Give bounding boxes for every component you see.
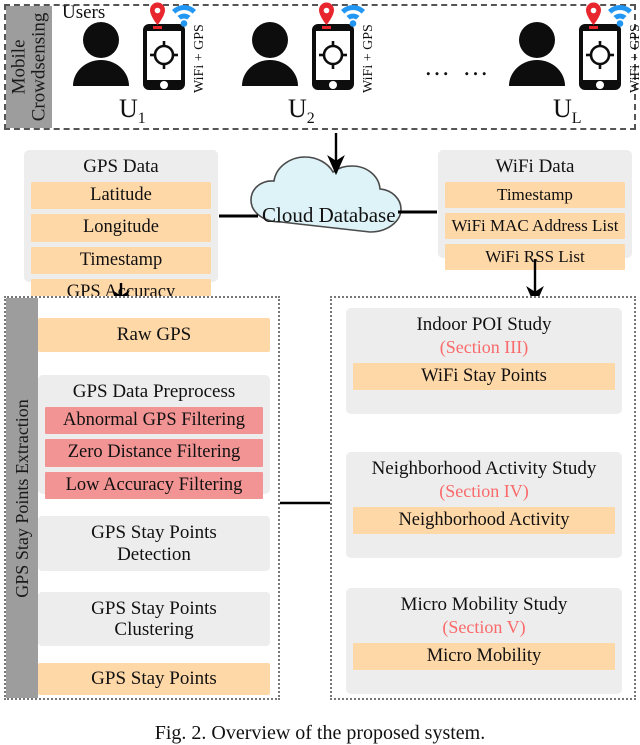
micro-mobility-study-title: Micro Mobility Study <box>400 594 568 615</box>
micro-mobility-study-section: (Section V) <box>442 616 526 637</box>
user-2-index: 2 <box>306 110 315 128</box>
user-1-letter: U <box>119 94 138 123</box>
cloud-label: Cloud Database <box>262 203 396 227</box>
extraction-side-label-text: GPS Stay Points Extraction <box>11 398 32 598</box>
filter-abnormal-gps: Abnormal GPS Filtering <box>45 406 263 435</box>
user-name-2: U2 <box>288 94 315 128</box>
indoor-poi-study-title: Indoor POI Study <box>416 314 552 335</box>
micro-mobility-study-box: Micro Mobility Study (Section V) Micro M… <box>346 588 622 694</box>
wifi-field-timestamp: Timestamp <box>445 181 625 208</box>
gps-field-latitude: Latitude <box>31 181 211 210</box>
wifi-field-rss-list: WiFi RSS List <box>445 243 625 270</box>
wifi-data-title: WiFi Data <box>495 156 575 177</box>
neighborhood-activity-study-title: Neighborhood Activity Study <box>371 458 597 479</box>
side-label-line2: Crowdsensing <box>28 12 50 122</box>
raw-gps-box: Raw GPS <box>38 318 270 352</box>
gps-data-box: GPS Data Latitude Longitude Timestamp GP… <box>24 150 218 307</box>
micro-mobility-study-output: Micro Mobility <box>353 642 615 671</box>
filter-low-accuracy: Low Accuracy Filtering <box>45 471 263 500</box>
wifi-field-mac-list: WiFi MAC Address List <box>445 212 625 239</box>
user-2-letter: U <box>288 94 307 123</box>
sensor-label-3: WiFi + GPS <box>628 24 640 93</box>
indoor-poi-study-box: Indoor POI Study (Section III) WiFi Stay… <box>346 308 622 414</box>
detection-line1: GPS Stay Points <box>91 522 217 544</box>
clustering-line1: GPS Stay Points <box>91 597 217 619</box>
wifi-data-box: WiFi Data Timestamp WiFi MAC Address Lis… <box>438 150 632 270</box>
gps-preprocess-title: GPS Data Preprocess <box>72 381 236 402</box>
neighborhood-activity-study-output: Neighborhood Activity <box>353 506 615 535</box>
neighborhood-activity-study-box: Neighborhood Activity Study (Section IV)… <box>346 452 622 558</box>
gps-data-title: GPS Data <box>83 156 159 177</box>
gps-field-longitude: Longitude <box>31 214 211 242</box>
figure-canvas: Mobile Crowdsensing Users WiFi + GPS WiF… <box>0 0 640 744</box>
gps-stay-points-detection-box: GPS Stay Points Detection <box>38 516 270 571</box>
clustering-line2: Clustering <box>114 619 194 640</box>
gps-field-timestamp: Timestamp <box>31 246 211 275</box>
detection-line2: Detection <box>117 543 191 565</box>
gps-preprocess-box: GPS Data Preprocess Abnormal GPS Filteri… <box>38 375 270 500</box>
user-name-1: U1 <box>119 94 146 128</box>
users-label: Users <box>62 2 106 23</box>
user-L-letter: U <box>553 94 572 123</box>
user-name-L: UL <box>553 94 582 128</box>
filter-zero-distance: Zero Distance Filtering <box>45 439 263 467</box>
indoor-poi-study-output: WiFi Stay Points <box>353 362 615 391</box>
indoor-poi-study-section: (Section III) <box>439 336 529 357</box>
side-label-line1: Mobile <box>8 39 30 95</box>
users-ellipsis: … … <box>424 52 492 81</box>
neighborhood-activity-study-section: (Section IV) <box>439 480 529 501</box>
user-1-index: 1 <box>137 110 146 128</box>
gps-stay-points-extraction-side-label: GPS Stay Points Extraction <box>6 298 38 698</box>
sensor-label-1: WiFi + GPS <box>192 24 207 93</box>
mobile-crowdsensing-side-label: Mobile Crowdsensing <box>6 6 52 128</box>
gps-stay-points-output-box: GPS Stay Points <box>38 663 270 695</box>
gps-stay-points-clustering-box: GPS Stay Points Clustering <box>38 592 270 646</box>
user-L-index: L <box>571 110 582 128</box>
sensor-label-2: WiFi + GPS <box>361 24 376 93</box>
